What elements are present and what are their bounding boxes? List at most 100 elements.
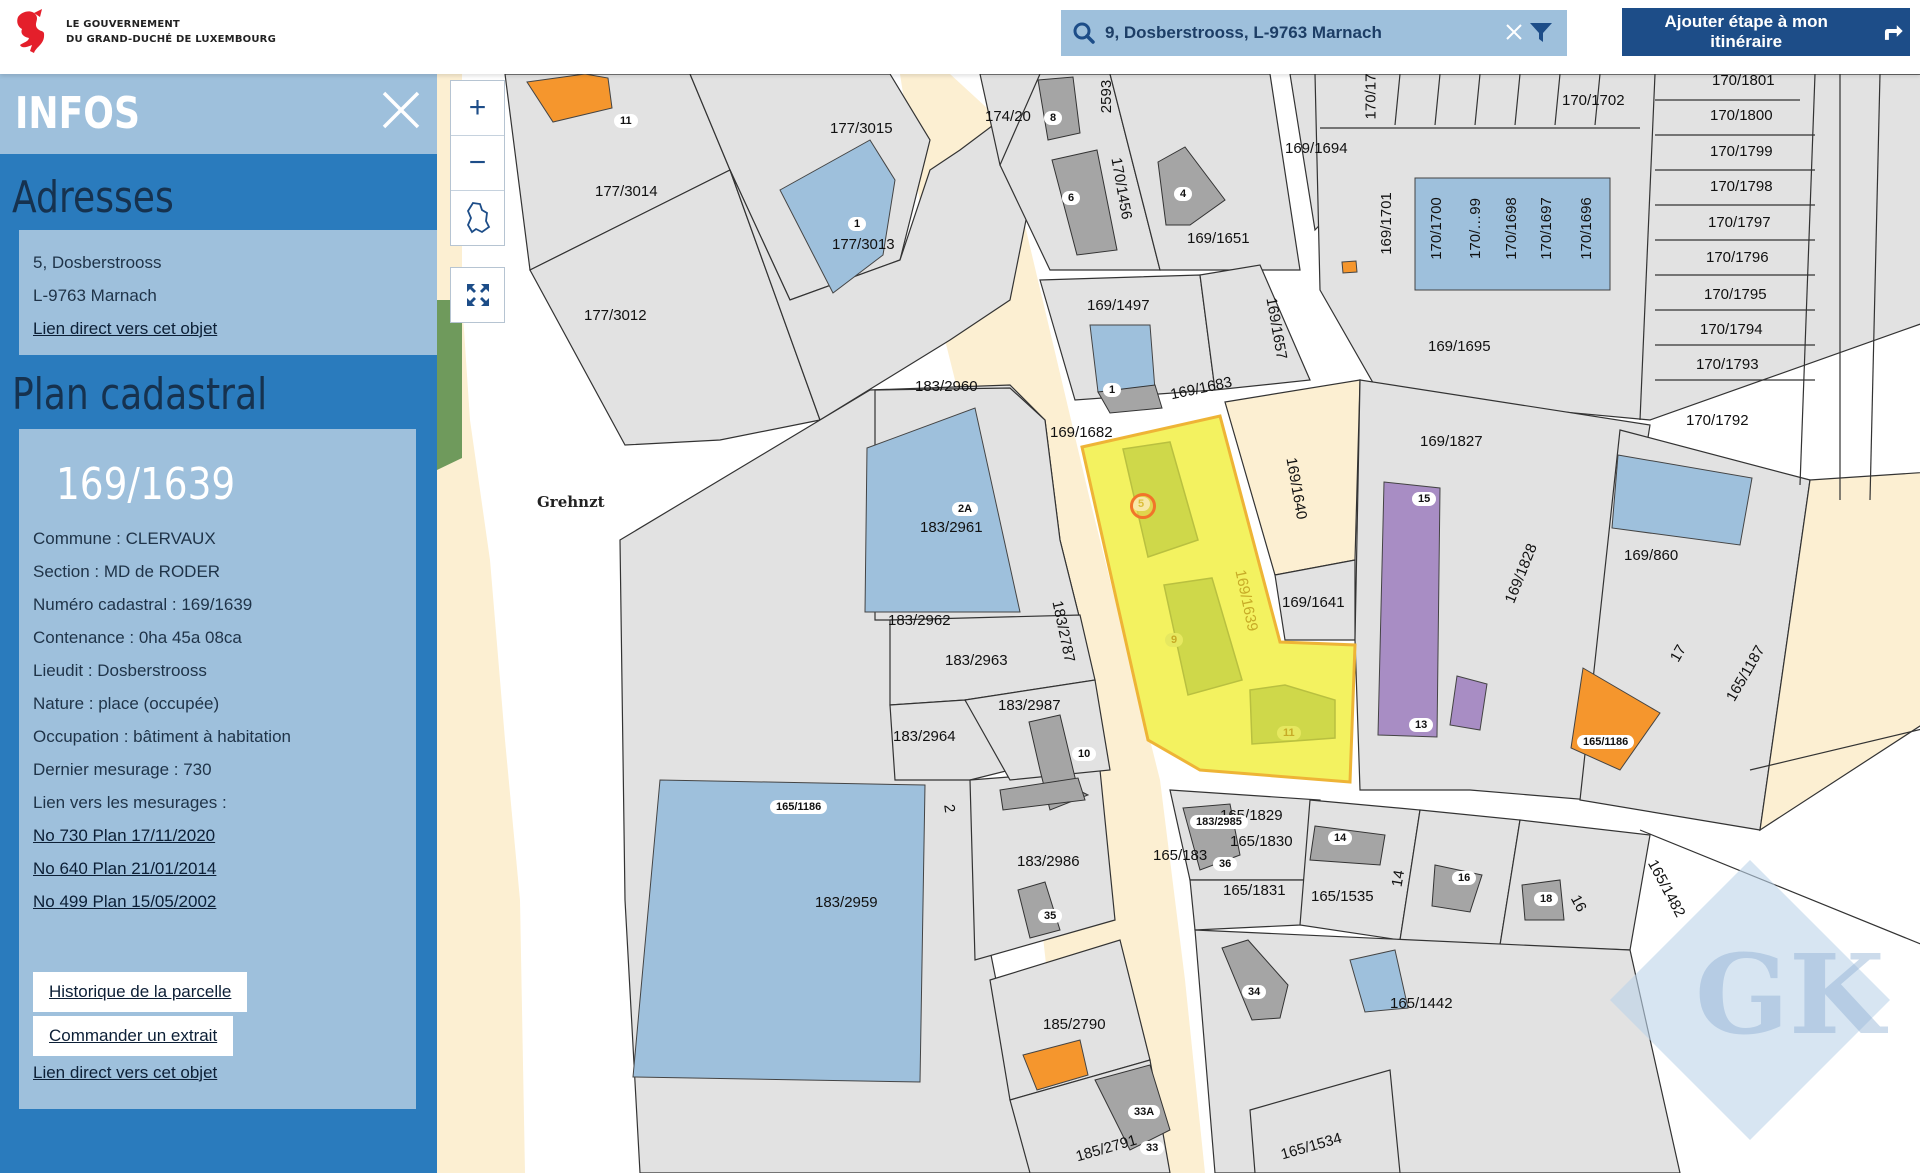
green-area: [437, 300, 462, 470]
map-place-name: Grehnzt: [537, 493, 605, 511]
map-label-169-1694: 169/1694: [1285, 140, 1348, 157]
info-panel: INFOS Adresses 5, Dosberstrooss L-9763 M…: [0, 74, 437, 1173]
detail-cadastral-number: Numéro cadastral : 169/1639: [33, 595, 253, 614]
map-label-183-2986: 183/2986: [1017, 853, 1080, 870]
map-label-183-2964: 183/2964: [893, 728, 956, 745]
close-icon[interactable]: [381, 90, 421, 130]
map-label-165-1442: 165/1442: [1390, 995, 1453, 1012]
itinerary-label: Ajouter étape à mon itinéraire: [1664, 12, 1828, 51]
panel-title: INFOS: [15, 88, 140, 139]
detail-last-survey: Dernier mesurage : 730: [33, 760, 212, 779]
cadastre-heading: Plan cadastral: [12, 369, 268, 420]
house-number: 15: [1412, 492, 1437, 506]
cadastre-box: 169/1639 Commune : CLERVAUX Section : MD…: [19, 429, 416, 1109]
fullscreen-control: [450, 267, 505, 323]
house-number: 16: [1452, 871, 1477, 885]
address-street: 5, Dosberstrooss: [33, 253, 162, 272]
map-label-169-860: 169/860: [1624, 547, 1679, 564]
survey-link-640[interactable]: No 640 Plan 21/01/2014: [33, 859, 216, 878]
map-label-165-183: 165/183: [1153, 847, 1208, 864]
logo-line1: LE GOUVERNEMENT: [66, 19, 180, 30]
map-label-170-1801: 170/1801: [1712, 72, 1775, 89]
search-icon[interactable]: [1073, 22, 1095, 44]
map-label-170-1797: 170/1797: [1708, 214, 1771, 231]
map-label-165-1531: 14: [1388, 868, 1409, 889]
location-marker-icon[interactable]: [1130, 493, 1156, 519]
map-label-2593: 2593: [1098, 79, 1116, 114]
house-number: 33: [1140, 1141, 1165, 1155]
house-number: 8: [1044, 111, 1063, 125]
zoom-in-button[interactable]: +: [451, 81, 504, 136]
cadastre-direct-link[interactable]: Lien direct vers cet objet: [33, 1063, 217, 1082]
map-label-170-1793: 170/1793: [1696, 356, 1759, 373]
house-number: 13: [1409, 718, 1434, 732]
house-number: 14: [1328, 831, 1353, 845]
map-label-170-1699: 170/…99: [1466, 198, 1484, 259]
house-number: 183/2985: [1190, 815, 1248, 829]
map-label-183-2987: 183/2987: [998, 697, 1061, 714]
survey-link-499[interactable]: No 499 Plan 15/05/2002: [33, 892, 216, 911]
country-extent-button[interactable]: [451, 191, 504, 245]
map-label-170-1698: 170/1698: [1502, 197, 1520, 260]
clear-icon[interactable]: [1505, 23, 1523, 41]
parcel-history-button[interactable]: Historique de la parcelle: [33, 972, 248, 1012]
government-logo[interactable]: LE GOUVERNEMENT DU GRAND-DUCHÉ DE LUXEMB…: [12, 7, 276, 57]
house-number: 18: [1534, 892, 1559, 906]
map-label-170-1798: 170/1798: [1710, 178, 1773, 195]
map-label-177-3015: 177/3015: [830, 120, 893, 137]
map-label-177-3013: 177/3013: [832, 236, 895, 253]
map-label-169-1651: 169/1651: [1187, 230, 1250, 247]
zoom-out-button[interactable]: −: [451, 136, 504, 191]
address-direct-link[interactable]: Lien direct vers cet objet: [33, 312, 430, 345]
building-orange-small: [1341, 260, 1358, 274]
house-number: 36: [1213, 857, 1238, 871]
fullscreen-button[interactable]: [451, 268, 504, 322]
map-label-170-17: 170/17: [1362, 73, 1380, 120]
map-label-185-2790: 185/2790: [1043, 1016, 1106, 1033]
map-label-169-1695: 169/1695: [1428, 338, 1491, 355]
addresses-heading: Adresses: [12, 172, 174, 223]
map-label-169-1827: 169/1827: [1420, 433, 1483, 450]
building-blue-1-north: [1089, 324, 1156, 393]
expand-icon: [466, 284, 489, 306]
house-number: 9: [1165, 633, 1184, 647]
address-locality: L-9763 Marnach: [33, 286, 157, 305]
government-title: LE GOUVERNEMENT DU GRAND-DUCHÉ DE LUXEMB…: [66, 17, 276, 47]
detail-area: Contenance : 0ha 45a 08ca: [33, 628, 242, 647]
map-label-183-2960: 183/2960: [915, 378, 978, 395]
filter-icon[interactable]: [1529, 22, 1553, 44]
logo-line2: DU GRAND-DUCHÉ DE LUXEMBOURG: [66, 34, 276, 45]
plus-icon: +: [468, 91, 487, 124]
house-number: 4: [1174, 187, 1193, 201]
map-label-165-1535: 165/1535: [1311, 888, 1374, 905]
map-label-177-3012: 177/3012: [584, 307, 647, 324]
map-label-170-1794: 170/1794: [1700, 321, 1763, 338]
map-label-183-2962: 183/2962: [888, 612, 951, 629]
building-blue-2: [632, 779, 926, 1083]
map-label-170-1796: 170/1796: [1706, 249, 1769, 266]
house-number: 2A: [952, 502, 979, 516]
map-label-169-1497: 169/1497: [1087, 297, 1150, 314]
luxembourg-outline-icon: [466, 202, 490, 234]
order-extract-button[interactable]: Commander un extrait: [33, 1016, 234, 1056]
address-search-bar: [1061, 10, 1567, 56]
house-number: 6: [1062, 191, 1081, 205]
map-label-177-3014: 177/3014: [595, 183, 658, 200]
house-number: 1: [848, 217, 867, 231]
map-label-170-1800: 170/1800: [1710, 107, 1773, 124]
panel-header: INFOS: [0, 74, 437, 154]
map-label-170-1700: 170/1700: [1427, 197, 1445, 260]
search-input[interactable]: [1103, 12, 1497, 54]
building-purple-small: [1449, 675, 1488, 731]
house-number: 10: [1072, 747, 1097, 761]
map-label-174-20: 174/20: [985, 108, 1031, 125]
add-itinerary-button[interactable]: Ajouter étape à mon itinéraire: [1622, 8, 1910, 56]
map-label-170-1799: 170/1799: [1710, 143, 1773, 160]
red-lion-icon: [17, 9, 45, 53]
map-label-169-1682: 169/1682: [1050, 424, 1113, 441]
map-label-165-1830: 165/1830: [1230, 833, 1293, 850]
map-label-183-2963: 183/2963: [945, 652, 1008, 669]
house-number: 33A: [1128, 1105, 1161, 1119]
survey-link-730[interactable]: No 730 Plan 17/11/2020: [33, 826, 215, 845]
top-header: LE GOUVERNEMENT DU GRAND-DUCHÉ DE LUXEMB…: [0, 0, 1920, 74]
